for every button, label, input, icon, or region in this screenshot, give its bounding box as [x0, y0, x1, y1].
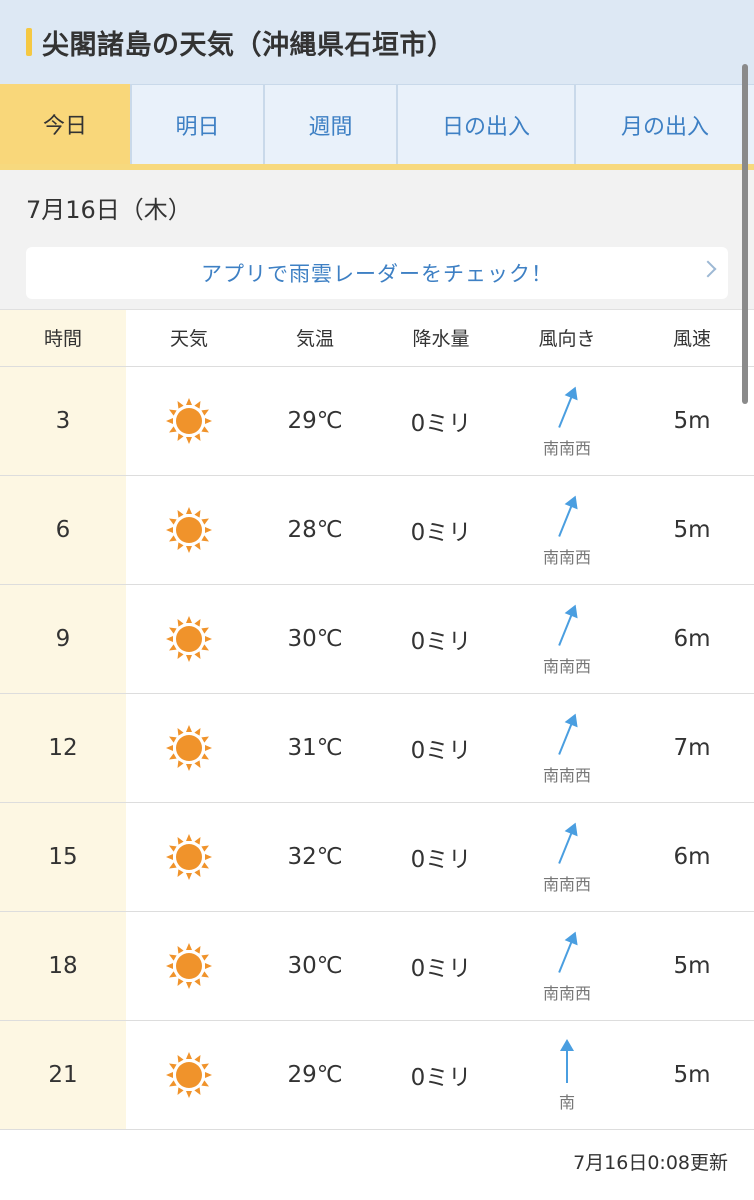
precip-cell: 0ミリ [378, 693, 504, 803]
tab-tomorrow[interactable]: 明日 [132, 84, 265, 164]
table-row: 9 30℃ 0ミリ 南南西 6m [0, 584, 754, 694]
wind-arrow-icon [504, 492, 630, 542]
chevron-right-icon [699, 260, 717, 278]
time-cell: 6 [0, 475, 126, 585]
header-temp: 気温 [252, 310, 378, 367]
sun-icon [165, 615, 213, 662]
wind-arrow-icon [504, 1037, 630, 1087]
temp-cell: 30℃ [252, 584, 378, 694]
wind-dir-cell: 南 [504, 1020, 630, 1130]
table-row: 12 31℃ 0ミリ 南南西 7m [0, 693, 754, 803]
table-row: 21 29℃ 0ミリ 南 5m [0, 1020, 754, 1130]
time-cell: 18 [0, 911, 126, 1021]
weather-cell [126, 693, 252, 803]
tab-moonrise-moonset[interactable]: 月の出入 [576, 84, 754, 164]
wind-dir-cell: 南南西 [504, 911, 630, 1021]
wind-dir-cell: 南南西 [504, 584, 630, 694]
sun-icon [165, 942, 213, 989]
wind-dir-label: 南南西 [542, 438, 591, 458]
wind-dir-label: 南南西 [542, 765, 591, 785]
wind-arrow-icon [504, 710, 630, 760]
app-banner-label: アプリで雨雲レーダーをチェック！ [201, 262, 553, 286]
header-wind-speed: 風速 [630, 310, 754, 367]
weather-cell [126, 911, 252, 1021]
tab-sunrise-sunset[interactable]: 日の出入 [398, 84, 576, 164]
table-row: 15 32℃ 0ミリ 南南西 6m [0, 802, 754, 912]
wind-speed-cell: 5m [630, 911, 754, 1021]
wind-arrow-icon [504, 601, 630, 651]
wind-arrow-icon [504, 383, 630, 433]
wind-dir-label: 南南西 [542, 983, 591, 1003]
time-cell: 12 [0, 693, 126, 803]
wind-dir-cell: 南南西 [504, 693, 630, 803]
wind-speed-cell: 5m [630, 475, 754, 585]
wind-dir-cell: 南南西 [504, 475, 630, 585]
wind-speed-cell: 6m [630, 584, 754, 694]
date-section: 7月16日（木） アプリで雨雲レーダーをチェック！ [0, 170, 754, 310]
wind-speed-cell: 7m [630, 693, 754, 803]
weather-cell [126, 366, 252, 476]
header-accent-bar [26, 28, 32, 56]
time-cell: 9 [0, 584, 126, 694]
precip-cell: 0ミリ [378, 1020, 504, 1130]
wind-arrow-icon [504, 819, 630, 869]
wind-speed-cell: 5m [630, 366, 754, 476]
tab-today[interactable]: 今日 [0, 84, 132, 164]
date-label: 7月16日（木） [26, 196, 192, 224]
wind-dir-label: 南南西 [542, 547, 591, 567]
app-radar-banner[interactable]: アプリで雨雲レーダーをチェック！ [26, 247, 728, 299]
table-row: 18 30℃ 0ミリ 南南西 5m [0, 911, 754, 1021]
wind-dir-label: 南 [558, 1092, 575, 1112]
precip-cell: 0ミリ [378, 584, 504, 694]
precip-cell: 0ミリ [378, 475, 504, 585]
hourly-weather-table: 時間 天気 気温 降水量 風向き 風速 3 29℃ 0ミリ 南南西 5m 6 2… [0, 310, 754, 1130]
table-row: 6 28℃ 0ミリ 南南西 5m [0, 475, 754, 585]
wind-dir-label: 南南西 [542, 874, 591, 894]
tab-bar: 今日 明日 週間 日の出入 月の出入 [0, 84, 754, 170]
page-title: 尖閣諸島の天気（沖縄県石垣市） [42, 29, 455, 61]
temp-cell: 32℃ [252, 802, 378, 912]
scrollbar[interactable] [742, 64, 748, 404]
temp-cell: 29℃ [252, 1020, 378, 1130]
header-weather: 天気 [126, 310, 252, 367]
temp-cell: 29℃ [252, 366, 378, 476]
wind-speed-cell: 5m [630, 1020, 754, 1130]
sun-icon [165, 397, 213, 444]
tab-week[interactable]: 週間 [265, 84, 398, 164]
precip-cell: 0ミリ [378, 911, 504, 1021]
weather-cell [126, 475, 252, 585]
header-wind-dir: 風向き [504, 310, 630, 367]
time-cell: 15 [0, 802, 126, 912]
wind-dir-cell: 南南西 [504, 802, 630, 912]
precip-cell: 0ミリ [378, 366, 504, 476]
weather-cell [126, 1020, 252, 1130]
header-time: 時間 [0, 310, 126, 367]
sun-icon [165, 1051, 213, 1098]
table-header-row: 時間 天気 気温 降水量 風向き 風速 [0, 310, 754, 367]
header-precip: 降水量 [378, 310, 504, 367]
sun-icon [165, 724, 213, 771]
update-timestamp: 7月16日0:08更新 [573, 1151, 728, 1174]
wind-arrow-icon [504, 928, 630, 978]
table-row: 3 29℃ 0ミリ 南南西 5m [0, 366, 754, 476]
sun-icon [165, 506, 213, 553]
temp-cell: 30℃ [252, 911, 378, 1021]
weather-cell [126, 802, 252, 912]
wind-dir-cell: 南南西 [504, 366, 630, 476]
page-header: 尖閣諸島の天気（沖縄県石垣市） [0, 0, 754, 84]
temp-cell: 31℃ [252, 693, 378, 803]
time-cell: 21 [0, 1020, 126, 1130]
time-cell: 3 [0, 366, 126, 476]
wind-dir-label: 南南西 [542, 656, 591, 676]
weather-cell [126, 584, 252, 694]
wind-speed-cell: 6m [630, 802, 754, 912]
sun-icon [165, 833, 213, 880]
precip-cell: 0ミリ [378, 802, 504, 912]
temp-cell: 28℃ [252, 475, 378, 585]
